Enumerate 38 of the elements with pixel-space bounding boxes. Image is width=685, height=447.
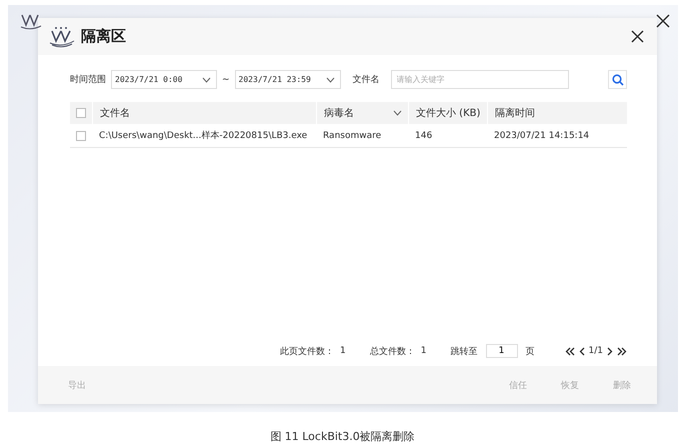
close-icon[interactable] [631,30,644,43]
last-page-icon[interactable] [617,346,627,356]
select-all-checkbox[interactable] [76,108,86,118]
column-header[interactable]: 文件名 [92,102,316,124]
search-icon [612,74,624,86]
table-cell: C:\Users\wang\Deskt...样本-20220815\LB3.exe [99,131,308,141]
jump-to-label: 跳转至 [450,346,478,358]
end-time-dropdown[interactable]: 2023/7/21 23:59 [234,70,341,89]
range-separator: ~ [222,74,230,84]
dialog-title: 隔离区 [81,27,126,46]
time-range-label: 时间范围 [70,74,106,86]
table-cell: 2023/07/21 14:15:14 [494,130,590,140]
total-file-count: 1 [420,346,427,356]
close-icon[interactable] [656,14,670,28]
figure-caption: 图 11 LockBit3.0被隔离删除 [269,429,416,444]
logo-icon [49,26,75,48]
file-name-label: 文件名 [352,74,380,86]
chevron-down-icon [393,110,402,116]
page-file-count-label: 此页文件数： [280,346,334,358]
page-indicator: 1/1 [588,346,603,356]
table-cell: 146 [415,130,432,140]
column-header[interactable]: 病毒名 [316,102,408,124]
page-unit-label: 页 [526,346,535,358]
page-file-count: 1 [340,346,346,356]
next-page-icon[interactable] [607,346,613,356]
first-page-icon[interactable] [564,346,575,356]
row-checkbox[interactable] [76,130,86,140]
keyword-input-field[interactable]: 请输入关键字 [390,70,569,89]
column-header[interactable]: 隔离时间 [487,102,627,124]
start-time-dropdown[interactable]: 2023/7/21 0:00 [111,70,217,89]
table-cell: Ransomware [323,130,382,140]
search-button[interactable] [608,70,627,89]
previous-page-icon[interactable] [578,346,585,356]
total-file-count-label: 总文件数： [370,346,415,358]
chevron-down-icon [326,76,335,82]
page-number-field[interactable]: 1 [486,344,518,358]
chevron-down-icon [202,76,211,82]
column-header[interactable]: 文件大小 (KB) [408,102,487,124]
